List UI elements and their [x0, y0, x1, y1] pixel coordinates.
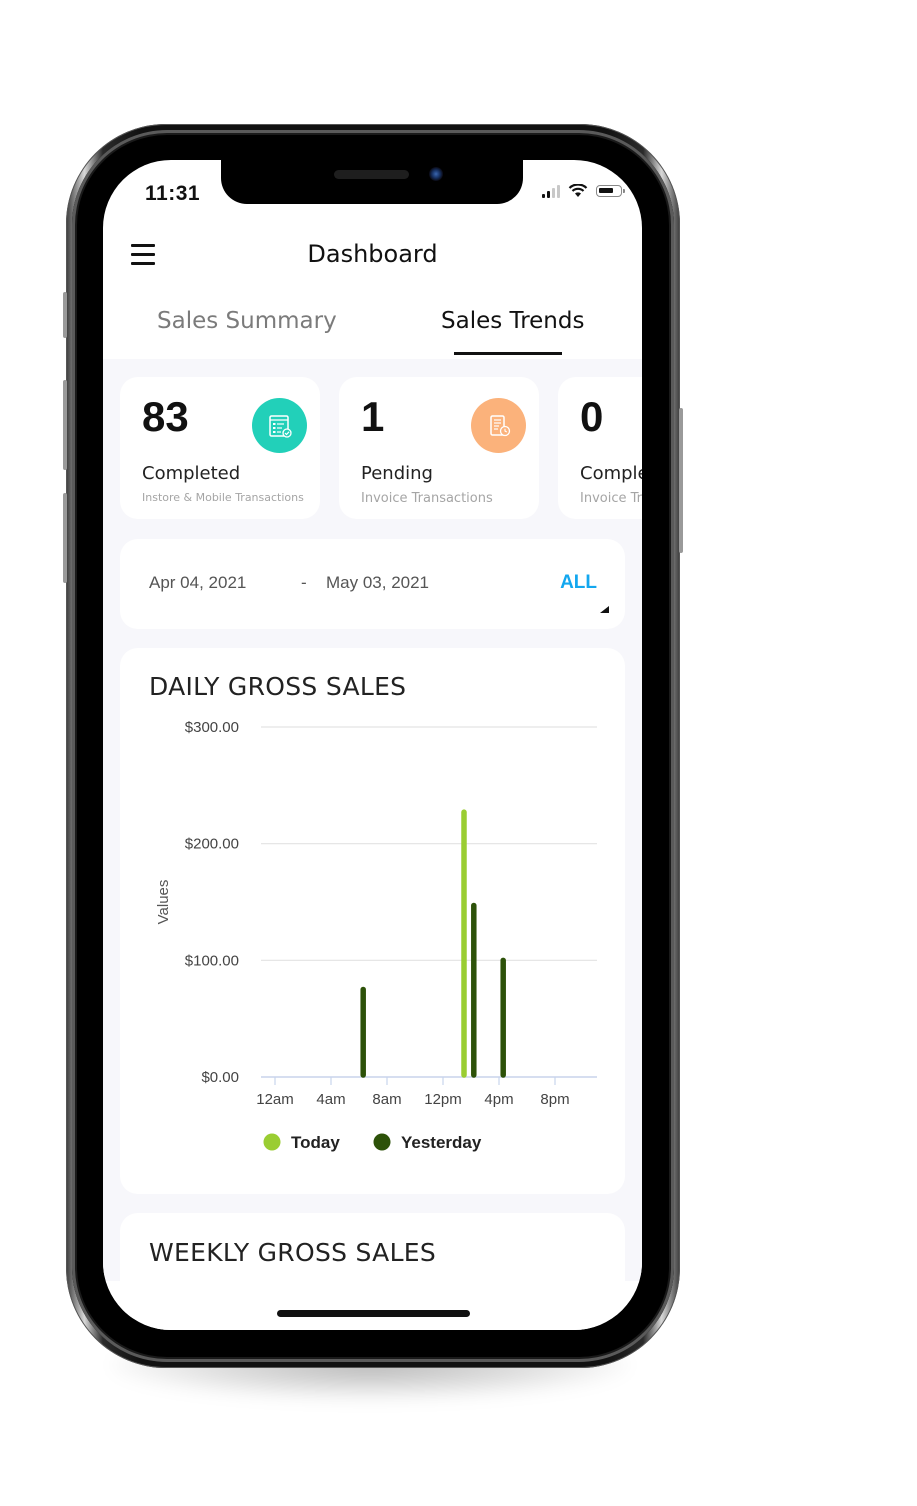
stat-value: 0 [580, 393, 604, 440]
x-tick-label: 12pm [424, 1091, 462, 1108]
x-tick-label: 12am [256, 1091, 294, 1108]
stat-card-pending[interactable]: 1 Pending Invoice Transactions [339, 377, 539, 519]
stat-sublabel: Invoice Transactions [361, 491, 493, 506]
front-camera [429, 167, 443, 181]
date-separator: - [301, 573, 307, 592]
stat-card-completed-invoice[interactable]: 0 Completed Invoice Transactions [558, 377, 642, 519]
battery-icon [596, 185, 625, 197]
notch [221, 160, 523, 204]
tab-sales-trends[interactable]: Sales Trends [441, 308, 584, 334]
y-tick-label: $300.00 [185, 719, 239, 736]
date-to[interactable]: May 03, 2021 [326, 573, 429, 593]
stat-label: Completed [142, 463, 241, 484]
speaker-grille [334, 170, 409, 179]
stat-sublabel: Instore & Mobile Transactions [142, 491, 304, 504]
x-tick-label: 8pm [540, 1091, 569, 1108]
cellular-signal-icon [542, 184, 560, 198]
date-range-card: Apr 04, 2021 - May 03, 2021 ALL [120, 539, 625, 629]
legend-label-today: Today [291, 1133, 340, 1152]
tab-bar: Sales Summary Sales Trends [103, 300, 642, 358]
invoice-clock-icon [471, 398, 526, 453]
weekly-gross-sales-card: WEEKLY GROSS SALES [120, 1213, 625, 1281]
power-button [679, 408, 683, 553]
daily-gross-sales-card: DAILY GROSS SALES $0.00 $100.00 $200.00 $30… [120, 648, 625, 1194]
x-tick-label: 4am [316, 1091, 345, 1108]
y-tick-label: $0.00 [201, 1069, 239, 1086]
tab-sales-summary[interactable]: Sales Summary [157, 308, 337, 334]
wifi-icon [568, 184, 588, 197]
active-tab-indicator [454, 352, 562, 355]
mute-switch [63, 292, 67, 338]
phone-screen: 11:31 Dashboard Sales Summary Sales Tren… [103, 160, 642, 1330]
date-from[interactable]: Apr 04, 2021 [149, 573, 246, 593]
volume-up-button [63, 380, 67, 470]
content-area: 83 Completed Instore & Mobile Transactio… [103, 359, 642, 1281]
bottom-safe-area [103, 1281, 642, 1330]
status-icons [542, 184, 625, 198]
x-tick-label: 4pm [484, 1091, 513, 1108]
legend-label-yesterday: Yesterday [401, 1133, 482, 1152]
stat-value: 83 [142, 393, 189, 440]
daily-gross-sales-chart: $0.00 $100.00 $200.00 $300.00 12am 4am 8am 12pm… [155, 719, 597, 1152]
stat-sublabel: Invoice Transactions [580, 491, 642, 506]
x-tick-label: 8am [372, 1091, 401, 1108]
stat-value: 1 [361, 393, 385, 440]
app-header: Dashboard [103, 226, 642, 286]
volume-down-button [63, 493, 67, 583]
page-title: Dashboard [307, 240, 438, 268]
dropdown-corner-icon [600, 606, 609, 613]
y-tick-label: $100.00 [185, 952, 239, 969]
stat-card-completed[interactable]: 83 Completed Instore & Mobile Transactio… [120, 377, 320, 519]
checklist-document-icon [252, 398, 307, 453]
home-indicator[interactable] [277, 1310, 470, 1317]
y-tick-label: $200.00 [185, 836, 239, 853]
legend-marker-yesterday [373, 1133, 391, 1151]
stat-label: Pending [361, 463, 433, 484]
filter-dropdown[interactable]: ALL [560, 572, 597, 594]
y-axis-label: Values [155, 880, 172, 925]
chart-title: WEEKLY GROSS SALES [149, 1238, 437, 1267]
status-time: 11:31 [145, 182, 201, 205]
stat-label: Completed [580, 463, 642, 484]
legend-marker-today [263, 1133, 281, 1151]
